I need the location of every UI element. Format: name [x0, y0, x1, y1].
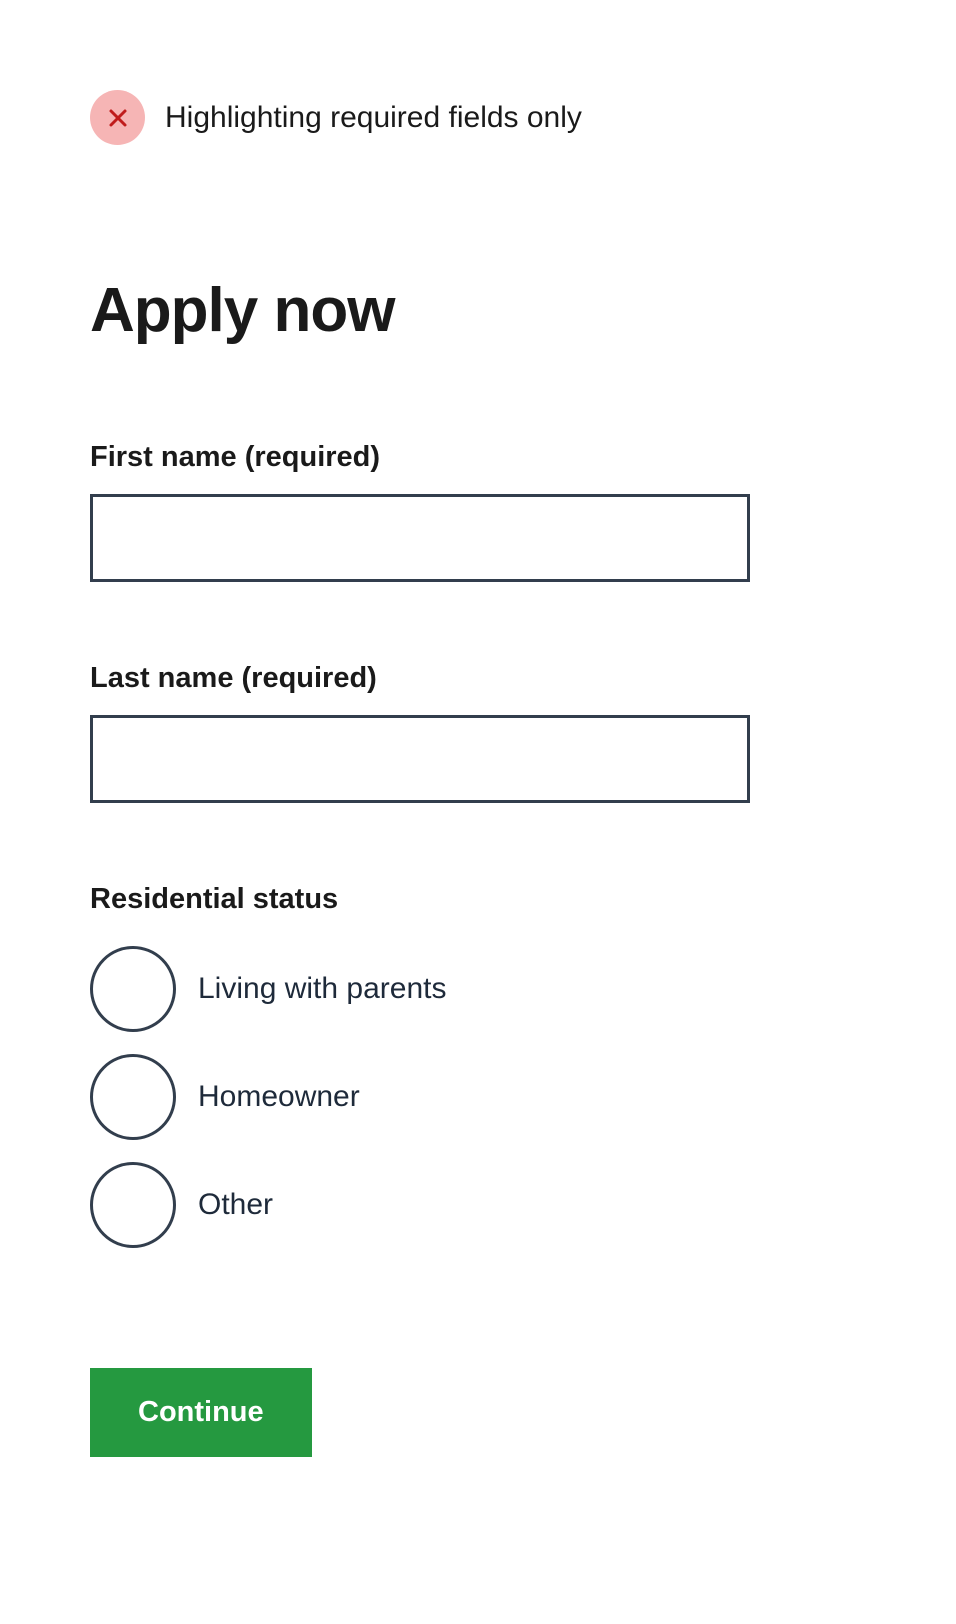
last-name-group: Last name (required): [90, 662, 866, 803]
radio-circle-icon: [90, 946, 176, 1032]
residential-status-group: Residential status Living with parents H…: [90, 883, 866, 1248]
radio-label: Homeowner: [198, 1080, 360, 1114]
radio-label: Living with parents: [198, 972, 446, 1006]
first-name-input[interactable]: [90, 494, 750, 582]
note-banner: Highlighting required fields only: [90, 90, 866, 145]
first-name-label: First name (required): [90, 441, 866, 474]
radio-circle-icon: [90, 1054, 176, 1140]
radio-option-homeowner[interactable]: Homeowner: [90, 1054, 866, 1140]
radio-label: Other: [198, 1188, 273, 1222]
radio-option-living-with-parents[interactable]: Living with parents: [90, 946, 866, 1032]
radio-circle-icon: [90, 1162, 176, 1248]
page-title: Apply now: [90, 275, 866, 346]
close-icon: [90, 90, 145, 145]
radio-option-other[interactable]: Other: [90, 1162, 866, 1248]
radio-group: Living with parents Homeowner Other: [90, 946, 866, 1248]
last-name-input[interactable]: [90, 715, 750, 803]
note-text: Highlighting required fields only: [165, 101, 582, 135]
residential-status-label: Residential status: [90, 883, 866, 916]
first-name-group: First name (required): [90, 441, 866, 582]
continue-button[interactable]: Continue: [90, 1368, 312, 1457]
last-name-label: Last name (required): [90, 662, 866, 695]
